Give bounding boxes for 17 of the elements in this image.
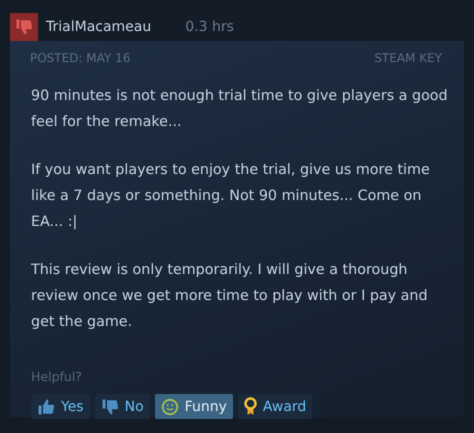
thumbs-up-icon	[37, 398, 55, 416]
posted-date: POSTED: MAY 16	[30, 51, 130, 65]
review-paragraph: This review is only temporarily. I will give a thorough review once we get more time to play with or I pay and get the game.	[31, 261, 429, 332]
thumbs-down-icon	[100, 398, 119, 416]
author-name[interactable]: TrialMacameau	[46, 19, 152, 35]
review-paragraph: 90 minutes is not enough trial time to give players a good feel for the remake...	[31, 87, 449, 132]
review-paragraph: If you want players to enjoy the trial, give us more time like a 7 days or something. Not 90 minutes... Come on EA... :|	[31, 161, 431, 232]
award-button[interactable]: Award	[238, 394, 312, 419]
no-button[interactable]: No	[94, 394, 150, 419]
smiley-icon	[160, 398, 179, 416]
yes-button[interactable]: Yes	[31, 394, 90, 419]
playtime: 0.3 hrs	[185, 19, 234, 35]
award-icon	[244, 397, 257, 416]
funny-button[interactable]: Funny	[154, 394, 233, 419]
product-source: STEAM KEY	[374, 51, 442, 65]
thumbs-down-icon	[15, 18, 33, 36]
helpful-label: Helpful?	[31, 369, 83, 384]
